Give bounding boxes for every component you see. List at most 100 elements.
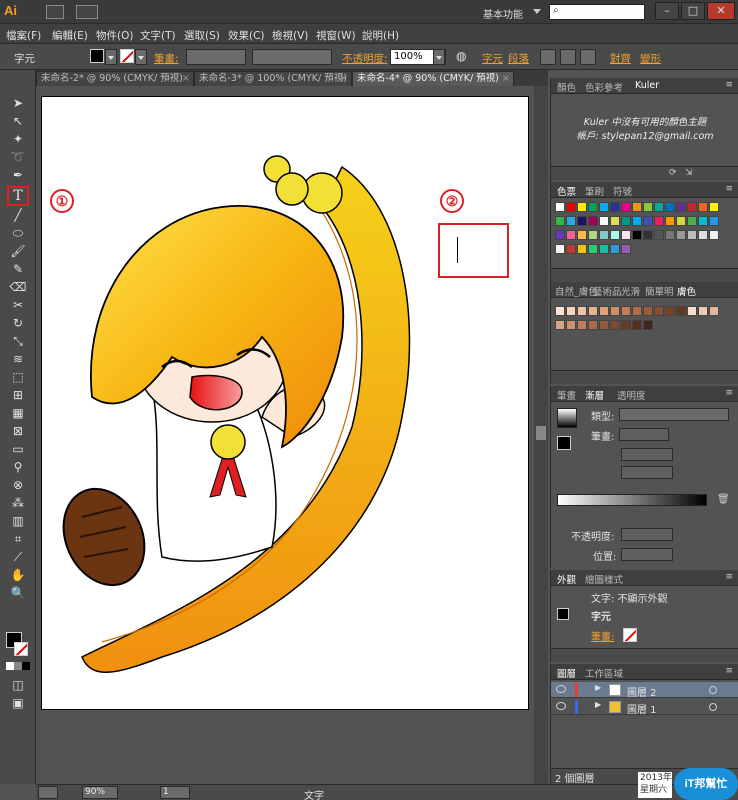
panel-menu-icon[interactable]: ≡ [725,666,733,676]
skin-swatch[interactable] [566,306,576,316]
help-search-input[interactable]: ⌕ [549,4,645,20]
color-swatch[interactable] [588,216,598,226]
gradient-preview[interactable] [557,408,577,428]
skin-swatch[interactable] [676,306,686,316]
panel-menu-icon[interactable]: ≡ [725,184,733,194]
zoom-field[interactable]: 90% [82,786,118,799]
skin-swatch[interactable] [687,306,697,316]
line-tool-icon[interactable]: ╱ [9,206,27,224]
color-swatch[interactable] [687,216,697,226]
align-right-button[interactable] [580,49,596,65]
appearance-stroke-swatch[interactable] [623,628,637,642]
color-swatch[interactable] [632,230,642,240]
selection-tool-icon[interactable]: ➤ [9,94,27,112]
skin-swatch[interactable] [643,306,653,316]
shape-builder-tool-icon[interactable]: ⊞ [9,386,27,404]
hand-tool-icon[interactable]: ✋ [9,566,27,584]
status-icon[interactable] [38,786,58,799]
eraser-tool-icon[interactable]: ⌫ [9,278,27,296]
close-icon[interactable]: × [502,72,510,85]
swatch-grid[interactable] [555,202,725,258]
menu-help[interactable]: 說明(H) [362,28,399,43]
visibility-eye-icon[interactable] [556,702,566,710]
color-swatch[interactable] [599,202,609,212]
zoom-tool-icon[interactable]: 🔍 [9,584,27,602]
tab-glossy[interactable]: 光滑 [621,284,640,298]
opacity-link[interactable]: 不透明度: [342,51,388,66]
skin-swatch[interactable] [632,306,642,316]
menu-edit[interactable]: 編輯(E) [52,28,88,43]
layer-row[interactable]: ▶ 圖層 1 [551,699,738,716]
align-center-button[interactable] [560,49,576,65]
screen-mode-icon[interactable]: ▣ [9,694,27,712]
color-swatch[interactable] [676,202,686,212]
opacity-dropdown[interactable] [433,49,445,65]
color-swatch[interactable] [709,230,719,240]
workspace-switcher[interactable]: 基本功能 [483,6,523,21]
gradient-stroke-buttons[interactable] [619,428,669,441]
color-swatch[interactable] [577,202,587,212]
skin-swatch[interactable] [643,320,653,330]
gradient-position-field[interactable] [621,548,673,561]
minimize-button[interactable]: – [655,2,679,20]
menu-effect[interactable]: 效果(C) [228,28,265,43]
align-link[interactable]: 對齊 [610,51,631,66]
skin-swatch[interactable] [588,320,598,330]
color-swatch[interactable] [566,202,576,212]
menu-object[interactable]: 物件(O) [96,28,133,43]
tab-artwork[interactable]: 藝術品 [593,284,622,298]
scissors-tool-icon[interactable]: ✂ [9,296,27,314]
skin-swatch[interactable] [599,306,609,316]
tab-symbols[interactable]: 符號 [613,184,632,198]
layer-row[interactable]: ▶ 圖層 2 [551,682,738,699]
layer-target-icon[interactable] [709,686,717,694]
tab-untitled-4[interactable]: 未命名-4* @ 90% (CMYK/ 預視) × [352,71,514,86]
canvas-vertical-scrollbar[interactable] [534,86,548,784]
tab-layers[interactable]: 圖層 [557,666,576,680]
scale-tool-icon[interactable]: ⤡ [9,332,27,350]
color-swatch[interactable] [643,230,653,240]
skin-swatch[interactable] [599,320,609,330]
stroke-weight-field[interactable] [186,49,246,65]
symbol-sprayer-tool-icon[interactable]: ⁂ [9,494,27,512]
color-swatch[interactable] [621,244,631,254]
expand-arrow-icon[interactable]: ▶ [595,700,601,709]
perspective-grid-tool-icon[interactable]: ▦ [9,404,27,422]
canvas-area[interactable]: ① ② [36,86,548,784]
chevron-down-icon[interactable] [533,9,541,14]
color-swatch[interactable] [610,216,620,226]
color-swatch[interactable] [599,230,609,240]
color-swatch[interactable] [621,230,631,240]
stroke-swatch[interactable] [120,49,134,63]
tab-color-guide[interactable]: 色彩參考 [585,80,623,94]
tab-stroke[interactable]: 筆畫 [557,388,576,402]
color-swatch[interactable] [577,230,587,240]
appearance-stroke-label[interactable]: 筆畫: [591,628,614,643]
bridge-icon[interactable] [46,5,64,19]
color-swatch[interactable] [610,202,620,212]
paintbrush-tool-icon[interactable]: 🖌 [9,242,27,260]
tab-color[interactable]: 顏色 [557,80,576,94]
fill-color-icon[interactable] [557,436,571,450]
gradient-angle-field[interactable] [621,448,673,461]
skin-swatch[interactable] [577,306,587,316]
char-fill-icon[interactable] [557,608,569,620]
color-swatch[interactable] [588,202,598,212]
color-swatch[interactable] [654,216,664,226]
align-left-button[interactable] [540,49,556,65]
skin-swatch[interactable] [698,306,708,316]
close-icon[interactable]: × [182,72,190,85]
color-swatch[interactable] [676,230,686,240]
recolor-icon[interactable]: ◍ [456,49,466,63]
scrollbar-thumb[interactable] [536,426,546,440]
color-swatch[interactable] [676,216,686,226]
menu-view[interactable]: 檢視(V) [272,28,308,43]
skin-swatch[interactable] [709,306,719,316]
transform-link[interactable]: 變形 [640,51,661,66]
skin-swatch[interactable] [555,306,565,316]
eyedropper-tool-icon[interactable]: ⚲ [9,458,27,476]
color-swatch[interactable] [621,216,631,226]
refresh-icon[interactable]: ⟳ [669,168,677,178]
color-swatch[interactable] [687,230,697,240]
skin-swatch[interactable] [555,320,565,330]
